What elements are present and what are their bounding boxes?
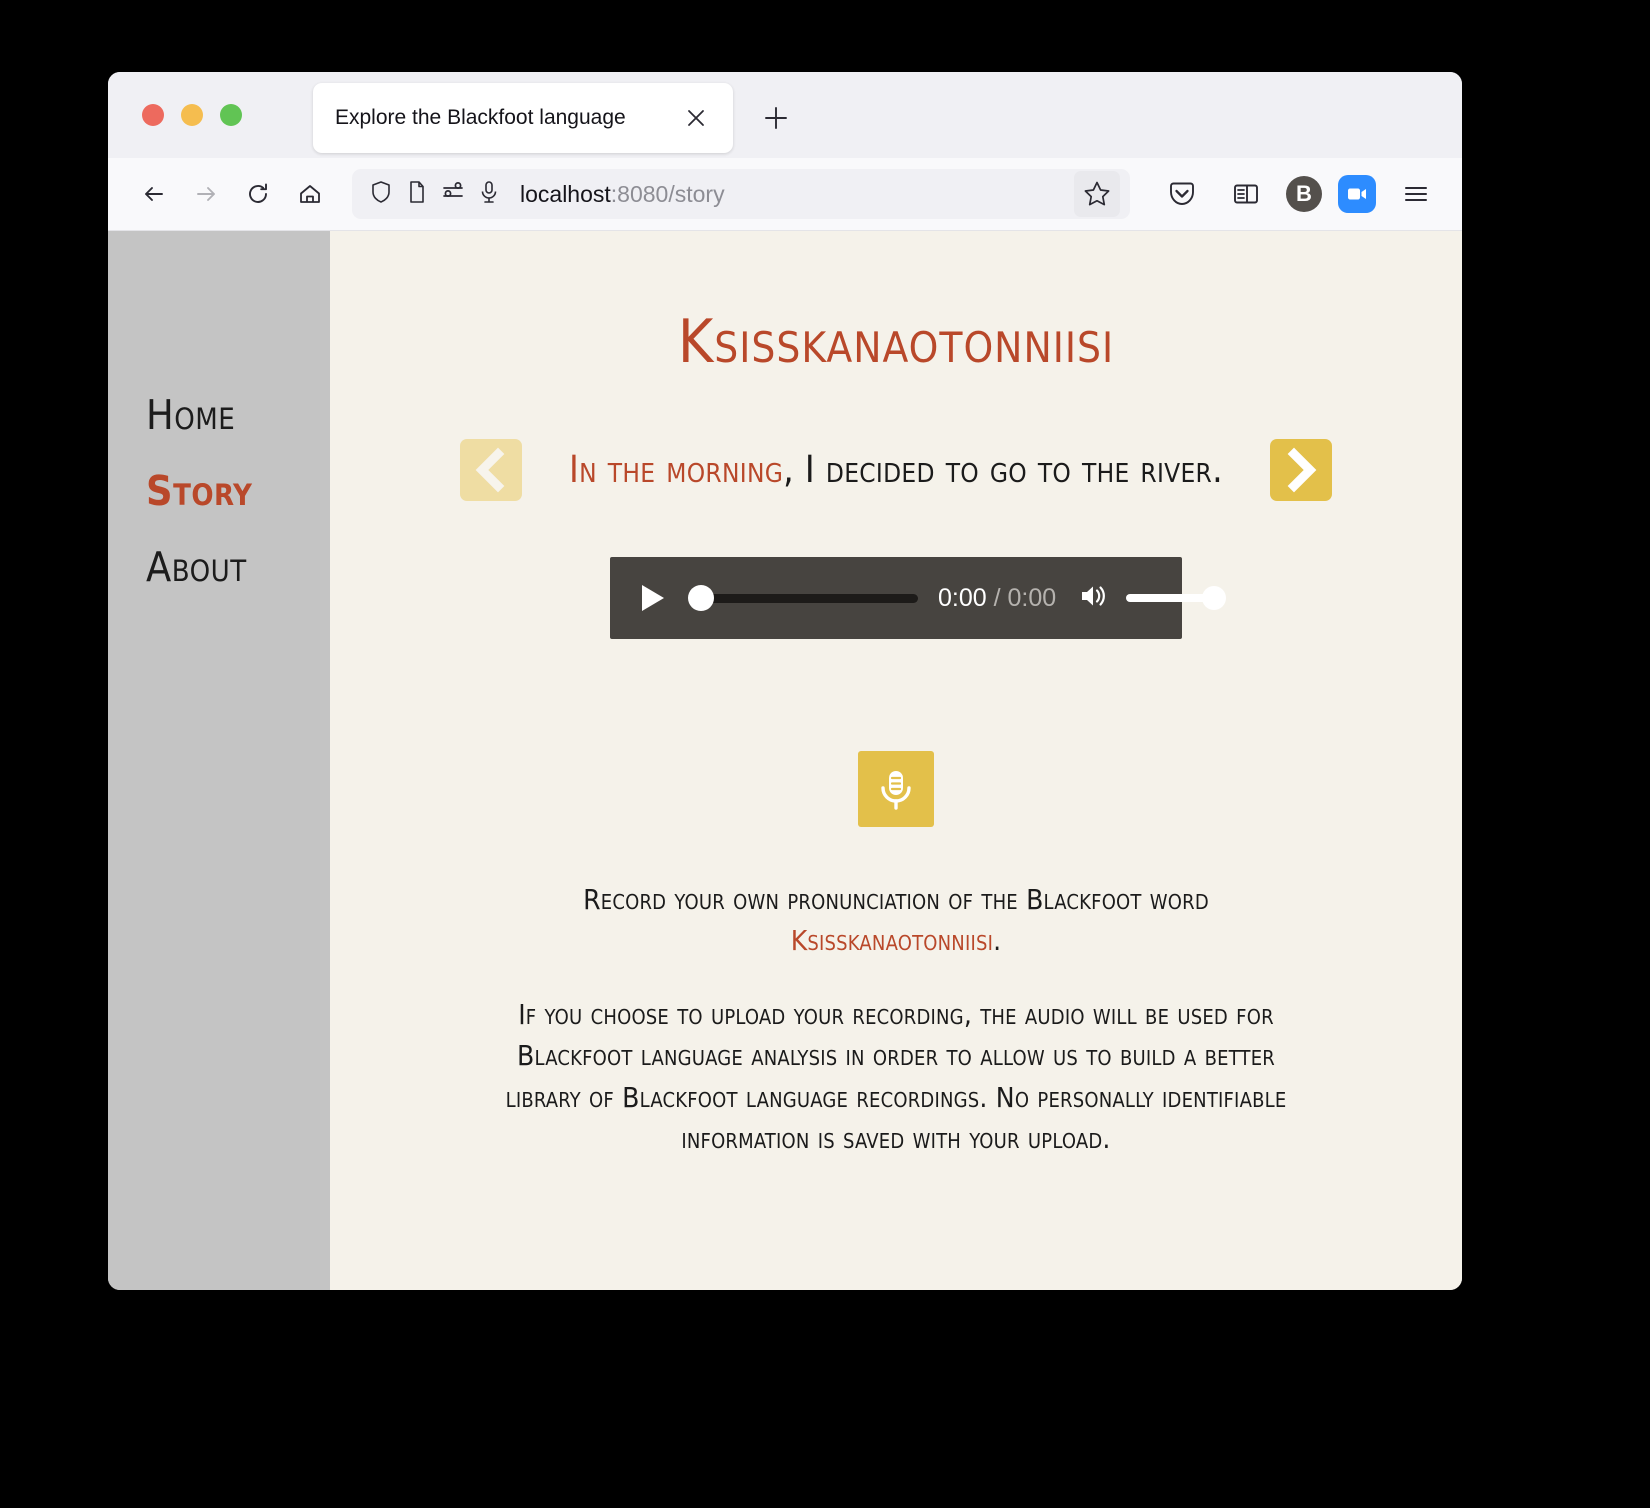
- zoom-icon[interactable]: [1338, 175, 1376, 213]
- seek-slider[interactable]: [688, 585, 918, 611]
- sentence-navigator: In the morning, I decided to go to the r…: [330, 439, 1462, 501]
- info-p1-after: .: [993, 924, 1002, 958]
- volume-slider[interactable]: [1126, 586, 1227, 610]
- tab-title: Explore the Blackfoot language: [335, 106, 626, 129]
- volume-icon[interactable]: [1076, 579, 1110, 618]
- record-button[interactable]: [858, 751, 934, 827]
- audio-player[interactable]: 0:00 / 0:00: [610, 557, 1227, 639]
- info-p1-before: Record your own pronunciation of the Bla…: [583, 883, 1209, 916]
- play-button[interactable]: [642, 585, 664, 611]
- sentence-text: In the morning, I decided to go to the r…: [566, 444, 1226, 495]
- close-window-button[interactable]: [142, 104, 164, 126]
- time-separator: /: [986, 583, 1008, 612]
- maximize-window-button[interactable]: [220, 104, 242, 126]
- url-text[interactable]: localhost:8080/story: [512, 181, 1064, 208]
- home-icon[interactable]: [286, 170, 334, 218]
- page-info-icon[interactable]: [404, 179, 430, 210]
- close-tab-icon[interactable]: [679, 101, 713, 135]
- new-tab-button[interactable]: [756, 98, 796, 138]
- permissions-icon[interactable]: [440, 179, 466, 210]
- next-sentence-button[interactable]: [1270, 439, 1332, 501]
- back-icon[interactable]: [130, 170, 178, 218]
- duration: 0:00: [1007, 583, 1057, 612]
- info-text: Record your own pronunciation of the Bla…: [330, 879, 1462, 1160]
- microphone-icon: [881, 771, 911, 810]
- browser-window: Explore the Blackfoot language localhost…: [108, 72, 1462, 1290]
- page-body: Home Story About Ksisskanaotonniisi In t…: [108, 231, 1462, 1290]
- navigation-toolbar: localhost:8080/story B: [108, 158, 1462, 231]
- seek-track: [702, 593, 918, 603]
- star-icon[interactable]: [1074, 171, 1120, 217]
- browser-tab[interactable]: Explore the Blackfoot language: [313, 83, 733, 153]
- page-title: Ksisskanaotonniisi: [677, 307, 1115, 377]
- seek-thumb[interactable]: [688, 585, 714, 611]
- pocket-icon[interactable]: [1158, 170, 1206, 218]
- sidebar-item-about[interactable]: About: [108, 543, 330, 591]
- audio-player-wrapper: 0:00 / 0:00: [330, 557, 1462, 639]
- url-bar[interactable]: localhost:8080/story: [352, 169, 1130, 219]
- forward-icon[interactable]: [182, 170, 230, 218]
- minimize-window-button[interactable]: [181, 104, 203, 126]
- tab-strip: Explore the Blackfoot language: [108, 72, 1462, 158]
- reload-icon[interactable]: [234, 170, 282, 218]
- shield-icon[interactable]: [368, 179, 394, 210]
- sentence-highlight: In the morning: [569, 448, 784, 492]
- extension-toolbar: B: [1152, 170, 1440, 218]
- main-content: Ksisskanaotonniisi In the morning, I dec…: [330, 231, 1462, 1290]
- window-controls: [124, 104, 242, 126]
- url-path: :8080/story: [610, 180, 725, 207]
- sentence-rest: , I decided to go to the river.: [783, 448, 1223, 492]
- menu-icon[interactable]: [1392, 170, 1440, 218]
- microphone-permission-icon[interactable]: [476, 179, 502, 210]
- sidebar-item-story[interactable]: Story: [108, 467, 330, 515]
- url-host: localhost: [520, 180, 611, 207]
- info-paragraph-2: If you choose to upload your recording, …: [505, 997, 1287, 1156]
- volume-track: [1126, 594, 1215, 602]
- sidebar-item-home[interactable]: Home: [108, 391, 330, 439]
- time-display: 0:00 / 0:00: [938, 584, 1056, 613]
- info-paragraph-1: Record your own pronunciation of the Bla…: [480, 879, 1312, 962]
- info-p1-word: Ksisskanaotonniisi: [790, 924, 994, 958]
- record-wrapper: [330, 751, 1462, 827]
- sidebar-nav: Home Story About: [108, 231, 330, 1290]
- current-time: 0:00: [938, 583, 987, 612]
- volume-thumb[interactable]: [1202, 586, 1227, 610]
- bitwarden-icon[interactable]: B: [1286, 176, 1322, 212]
- sidebar-icon[interactable]: [1222, 170, 1270, 218]
- previous-sentence-button[interactable]: [460, 439, 522, 501]
